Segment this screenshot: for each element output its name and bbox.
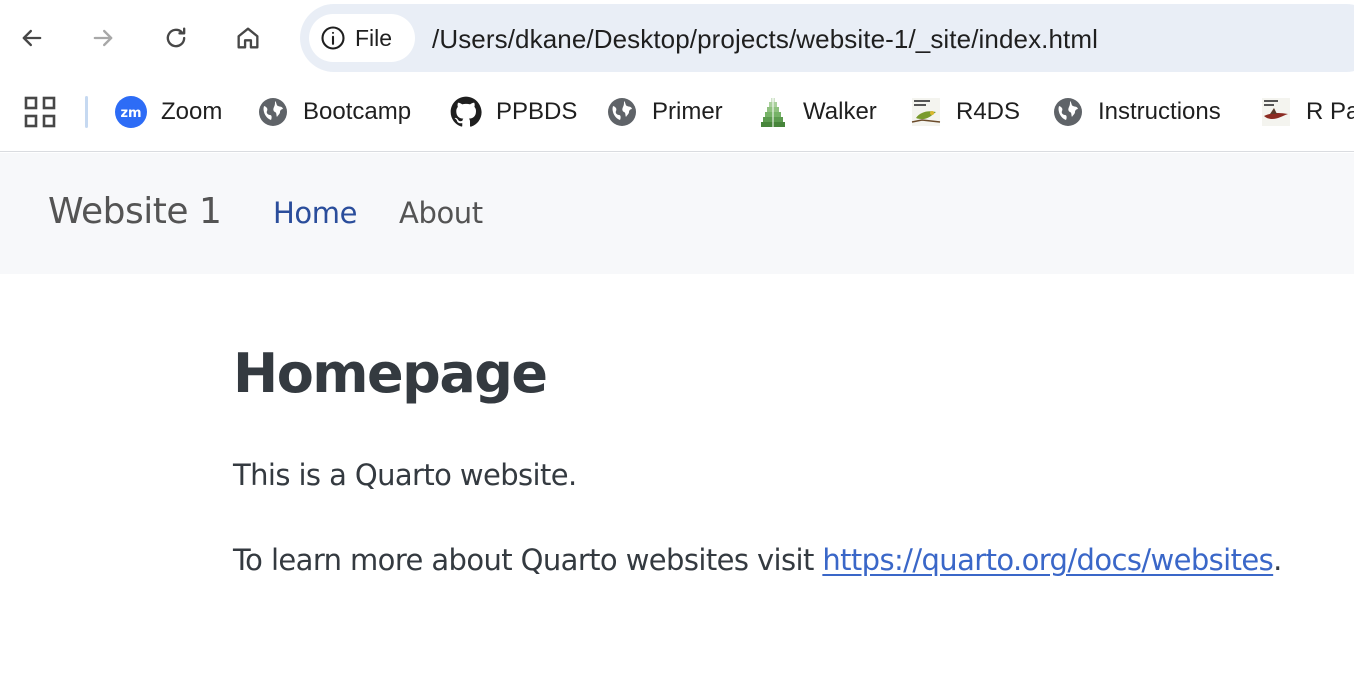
bookmark-primer[interactable]: Primer <box>606 90 723 134</box>
forward-button[interactable] <box>81 16 125 60</box>
learn-more-paragraph: To learn more about Quarto websites visi… <box>233 543 1282 577</box>
bookmark-label: PPBDS <box>496 98 578 125</box>
bookmark-label: Bootcamp <box>303 98 412 125</box>
browser-toolbar: File /Users/dkane/Desktop/projects/websi… <box>0 0 1354 78</box>
site-info-chip[interactable]: File <box>309 14 415 62</box>
globe-icon <box>257 96 289 128</box>
bookmark-bootcamp[interactable]: Bootcamp <box>257 90 411 134</box>
bookmark-r4ds[interactable]: R4DS <box>910 90 1020 134</box>
site-chip-label: File <box>355 24 393 51</box>
site-brand[interactable]: Website 1 <box>48 191 222 232</box>
bookmark-label: Walker <box>803 98 877 125</box>
site-navbar: Website 1 Home About <box>0 153 1354 274</box>
arrow-right-icon <box>93 29 113 47</box>
learn-more-text: To learn more about Quarto websites visi… <box>233 543 823 577</box>
reload-icon <box>166 27 186 48</box>
bookmark-zoom[interactable]: zm Zoom <box>115 90 222 134</box>
info-circle-icon <box>321 26 345 50</box>
bookmark-label: Primer <box>652 98 723 125</box>
back-button[interactable] <box>10 16 54 60</box>
url-text[interactable]: /Users/dkane/Desktop/projects/website-1/… <box>432 24 1098 55</box>
address-bar[interactable]: File /Users/dkane/Desktop/projects/websi… <box>300 4 1354 72</box>
learn-more-period: . <box>1273 543 1282 577</box>
home-icon <box>237 27 259 49</box>
bookmark-r-packages[interactable]: R Pa <box>1260 90 1354 134</box>
r4ds-book-icon <box>910 96 942 128</box>
zoom-icon: zm <box>115 96 147 128</box>
home-button[interactable] <box>226 16 270 60</box>
page-title: Homepage <box>233 342 548 405</box>
bookmarks-separator <box>85 96 88 128</box>
bookmark-label: R4DS <box>956 98 1021 125</box>
apps-grid-icon <box>24 96 56 128</box>
bookmark-walker[interactable]: Walker <box>757 90 877 134</box>
globe-icon <box>606 96 638 128</box>
reload-button[interactable] <box>154 16 198 60</box>
quarto-docs-link[interactable]: https://quarto.org/docs/websites <box>822 543 1273 577</box>
globe-icon <box>1052 96 1084 128</box>
arrow-left-icon <box>22 29 42 47</box>
bookmark-instructions[interactable]: Instructions <box>1052 90 1221 134</box>
apps-button[interactable] <box>22 94 58 130</box>
bookmark-ppbds[interactable]: PPBDS <box>450 90 577 134</box>
github-icon <box>450 96 482 128</box>
bookmark-label: Zoom <box>161 98 223 125</box>
zoom-badge-text: zm <box>120 106 141 121</box>
bookmark-label: R Pa <box>1306 98 1354 125</box>
walker-icon <box>757 96 789 128</box>
intro-paragraph: This is a Quarto website. <box>233 458 577 492</box>
bookmarks-bar: zm Zoom Bootcamp PPBDS Primer Walker R4D… <box>0 78 1354 152</box>
nav-link-home[interactable]: Home <box>273 196 357 230</box>
nav-link-about[interactable]: About <box>399 196 483 230</box>
r-packages-book-icon <box>1260 96 1292 128</box>
bookmark-label: Instructions <box>1098 98 1221 125</box>
